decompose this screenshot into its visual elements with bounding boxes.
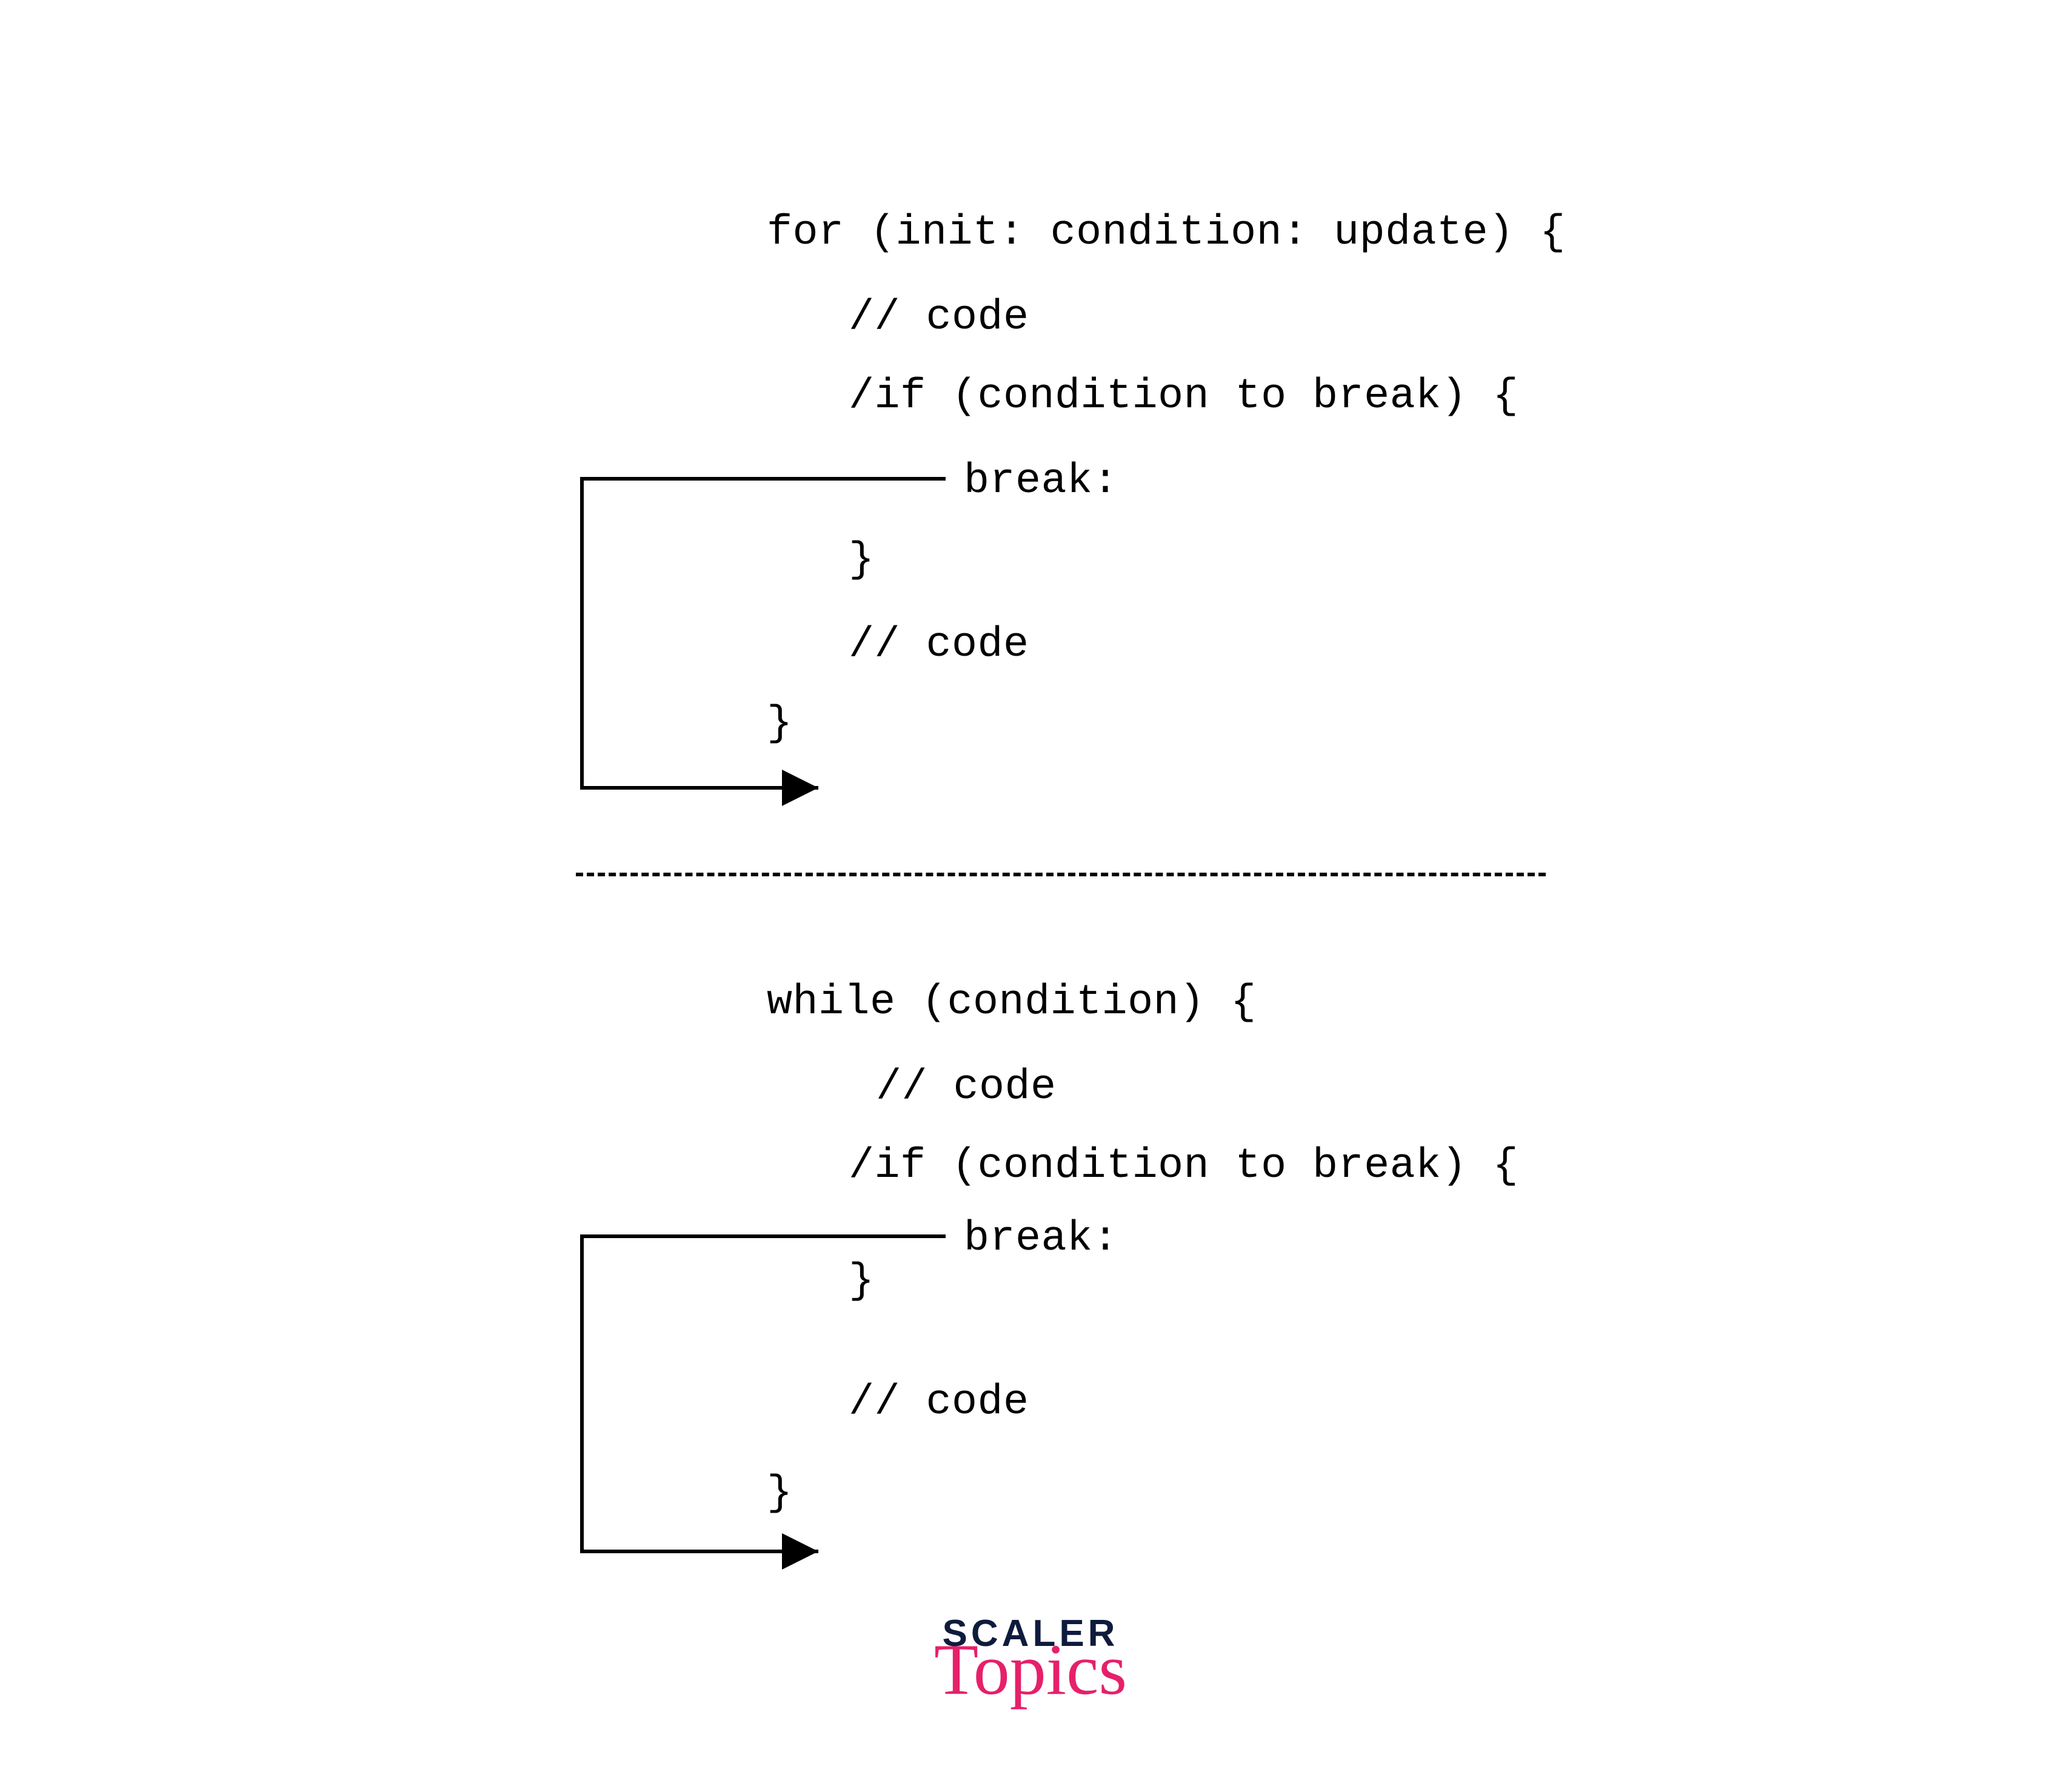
diagram-canvas: for (init: condition: update) { // code … bbox=[0, 0, 2061, 1792]
scaler-topics-logo: SCALER Topics bbox=[934, 1612, 1127, 1706]
logo-topics-text: Topics bbox=[934, 1633, 1127, 1706]
break-arrow-while bbox=[0, 0, 2061, 1792]
